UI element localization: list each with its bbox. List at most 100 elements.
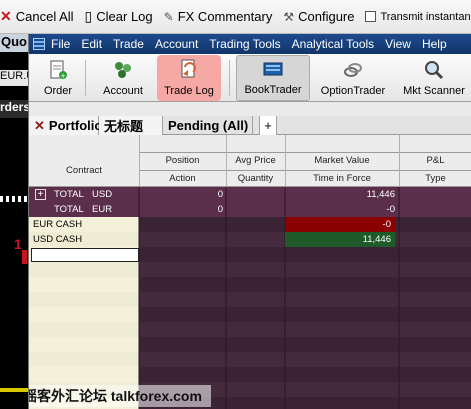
booktrader-label: BookTrader — [244, 84, 302, 96]
booktrader-button[interactable]: BookTrader — [236, 55, 310, 101]
tab-bar: ✕ Portfolio 无标题 Pending (All) + — [29, 116, 471, 135]
optiontrader-icon — [342, 59, 364, 81]
trade-log-button[interactable]: Trade Log — [157, 55, 221, 101]
transmit-label: Transmit instantaneously — [380, 10, 471, 23]
magnifier-icon — [423, 59, 445, 81]
optiontrader-button[interactable]: OptionTrader — [319, 55, 387, 101]
account-button[interactable]: Account — [95, 55, 151, 101]
toolbar-spacer — [29, 102, 471, 116]
trade-log-icon — [178, 59, 200, 81]
expand-icon[interactable]: + — [35, 189, 46, 200]
add-tab-button[interactable]: + — [259, 116, 277, 135]
position-value: 0 — [217, 189, 223, 200]
tab-portfolio[interactable]: ✕ Portfolio — [29, 116, 102, 135]
col-avg-price[interactable]: Avg Price — [226, 155, 285, 166]
table-row[interactable]: + TOTAL USD 0 11,446 — [29, 187, 471, 202]
checkbox-box[interactable] — [365, 11, 377, 22]
col-pl[interactable]: P&L — [399, 155, 471, 166]
cancel-all-label: Cancel All — [15, 9, 74, 24]
tab-untitled[interactable]: 无标题 — [99, 116, 163, 135]
ticker-stripe — [0, 196, 28, 202]
market-value: 11,446 — [366, 189, 395, 200]
cancel-icon: ✕ — [0, 8, 12, 24]
col-type[interactable]: Type — [399, 173, 471, 184]
row-label: TOTAL — [54, 189, 84, 200]
contract-cell-bg — [29, 292, 139, 307]
col-quantity[interactable]: Quantity — [226, 173, 285, 184]
contract-name: EUR CASH — [33, 219, 83, 230]
eurusd-cell: EUR.USD — [0, 70, 28, 86]
market-value-positive: 11,446 — [285, 232, 395, 247]
contract-cell-bg — [29, 322, 139, 337]
menu-edit[interactable]: Edit — [81, 37, 102, 51]
new-contract-input[interactable] — [31, 248, 139, 262]
col-action[interactable]: Action — [139, 173, 226, 184]
toolbar-separator — [229, 60, 230, 96]
configure-label: Configure — [298, 9, 355, 24]
book-icon — [262, 58, 284, 80]
header-divider — [139, 170, 471, 171]
cancel-all-button[interactable]: ✕ Cancel All — [0, 8, 74, 25]
contract-cell-bg — [29, 337, 139, 352]
menu-bar: File Edit Trade Account Trading Tools An… — [29, 34, 471, 54]
table-row[interactable]: EUR CASH -0 — [29, 217, 471, 232]
col-position[interactable]: Position — [139, 155, 226, 166]
contract-cell-bg — [29, 262, 139, 277]
watermark: 摇客外汇论坛 talkforex.com — [29, 385, 211, 407]
transmit-checkbox[interactable]: Transmit instantaneously — [365, 11, 471, 23]
row-currency: EUR — [92, 204, 113, 215]
trade-log-label: Trade Log — [164, 85, 214, 97]
position-value: 0 — [217, 204, 223, 215]
clear-log-button[interactable]: ▯ Clear Log — [85, 8, 153, 25]
svg-text:+: + — [60, 72, 66, 80]
market-value-negative: -0 — [285, 217, 395, 232]
fx-commentary-button[interactable]: ✎ FX Commentary — [164, 9, 273, 24]
col-contract[interactable]: Contract — [29, 165, 139, 176]
main-toolbar: + Order Account Trade Log BookTrader Opt… — [29, 54, 471, 102]
yellow-marker — [0, 388, 28, 392]
menu-view[interactable]: View — [385, 37, 411, 51]
market-value: -0 — [386, 204, 395, 215]
optiontrader-label: OptionTrader — [320, 85, 386, 97]
tab-pending[interactable]: Pending (All) — [163, 116, 253, 135]
menu-file[interactable]: File — [51, 37, 70, 51]
configure-button[interactable]: ⚒ Configure — [283, 9, 354, 24]
row-currency: USD — [92, 189, 113, 200]
col-time-in-force[interactable]: Time in Force — [285, 173, 399, 184]
menu-trade[interactable]: Trade — [113, 37, 144, 51]
tws-window: File Edit Trade Account Trading Tools An… — [28, 34, 471, 409]
menu-account[interactable]: Account — [155, 37, 198, 51]
header-divider — [139, 152, 471, 153]
contract-cell-bg — [29, 307, 139, 322]
order-button[interactable]: + Order — [39, 55, 77, 101]
close-icon[interactable]: ✕ — [34, 118, 45, 134]
table-row[interactable]: TOTAL EUR 0 -0 — [29, 202, 471, 217]
portfolio-grid: + TOTAL USD 0 11,446 TOTAL EUR 0 -0 EUR … — [29, 187, 471, 409]
price-bar — [22, 250, 27, 264]
clear-log-label: Clear Log — [96, 9, 153, 24]
orders-tab[interactable]: rders — [0, 100, 28, 118]
background-panel — [0, 34, 28, 409]
contract-name: USD CASH — [33, 234, 83, 245]
menu-trading-tools[interactable]: Trading Tools — [209, 37, 280, 51]
background-toolbar: ✕ Cancel All ▯ Clear Log ✎ FX Commentary… — [0, 0, 471, 34]
fx-commentary-label: FX Commentary — [177, 9, 273, 24]
order-label: Order — [43, 85, 73, 97]
order-icon: + — [47, 59, 69, 81]
document-icon: ▯ — [84, 8, 93, 24]
contract-cell-bg — [29, 277, 139, 292]
plus-icon: + — [264, 118, 272, 133]
contract-cell-bg — [29, 352, 139, 367]
mkt-scanner-button[interactable]: Mkt Scanner — [401, 55, 467, 101]
menu-analytical-tools[interactable]: Analytical Tools — [292, 37, 375, 51]
toolbar-separator — [85, 60, 86, 96]
col-market-value[interactable]: Market Value — [285, 155, 399, 166]
tab-pending-label: Pending (All) — [168, 118, 249, 133]
column-header: Contract Position Action Avg Price Quant… — [29, 135, 471, 187]
menu-help[interactable]: Help — [422, 37, 447, 51]
price-digit: 1 — [14, 236, 22, 252]
table-row[interactable]: USD CASH 11,446 — [29, 232, 471, 247]
contract-cell-bg — [29, 367, 139, 382]
quotes-tab[interactable]: Quo — [0, 34, 28, 52]
commentary-icon: ✎ — [163, 9, 174, 24]
